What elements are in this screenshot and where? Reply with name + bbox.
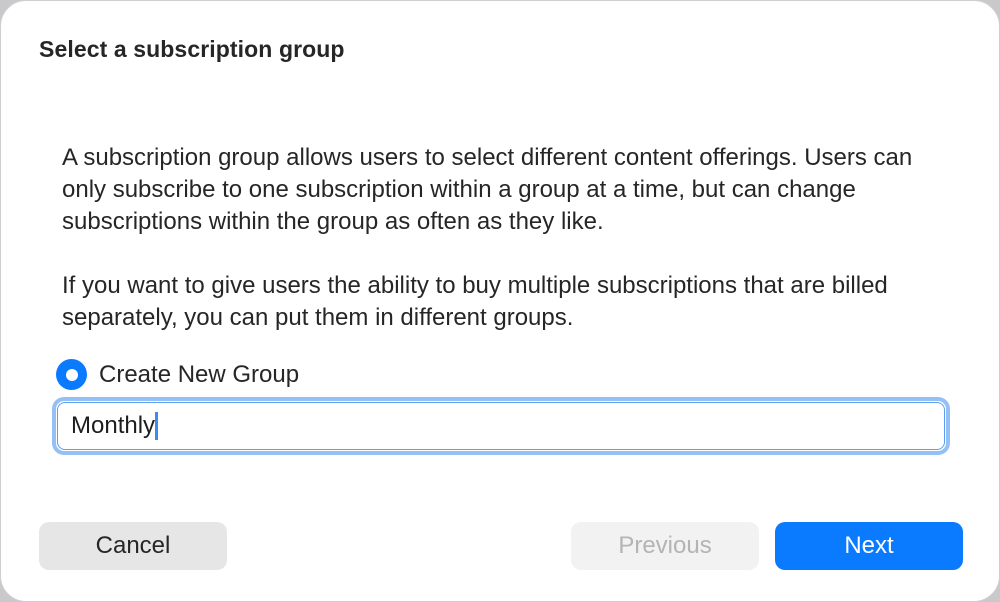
next-button[interactable]: Next xyxy=(775,522,963,570)
previous-button: Previous xyxy=(571,522,759,570)
radio-button-selected[interactable] xyxy=(56,359,87,390)
group-name-field-focus-ring: Monthly xyxy=(52,397,950,455)
create-new-group-option[interactable]: Create New Group xyxy=(56,359,299,390)
cancel-button[interactable]: Cancel xyxy=(39,522,227,570)
group-name-value: Monthly xyxy=(71,412,156,439)
radio-dot-icon xyxy=(65,368,78,381)
group-name-input[interactable]: Monthly xyxy=(57,402,945,450)
create-new-group-label: Create New Group xyxy=(99,360,300,388)
dialog-description: A subscription group allows users to sel… xyxy=(62,142,952,334)
description-paragraph-1: A subscription group allows users to sel… xyxy=(62,144,913,235)
dialog-title: Select a subscription group xyxy=(39,36,345,62)
description-paragraph-2: If you want to give users the ability to… xyxy=(62,272,888,331)
text-cursor xyxy=(155,412,159,440)
select-subscription-group-dialog: Select a subscription group A subscripti… xyxy=(0,0,1000,602)
